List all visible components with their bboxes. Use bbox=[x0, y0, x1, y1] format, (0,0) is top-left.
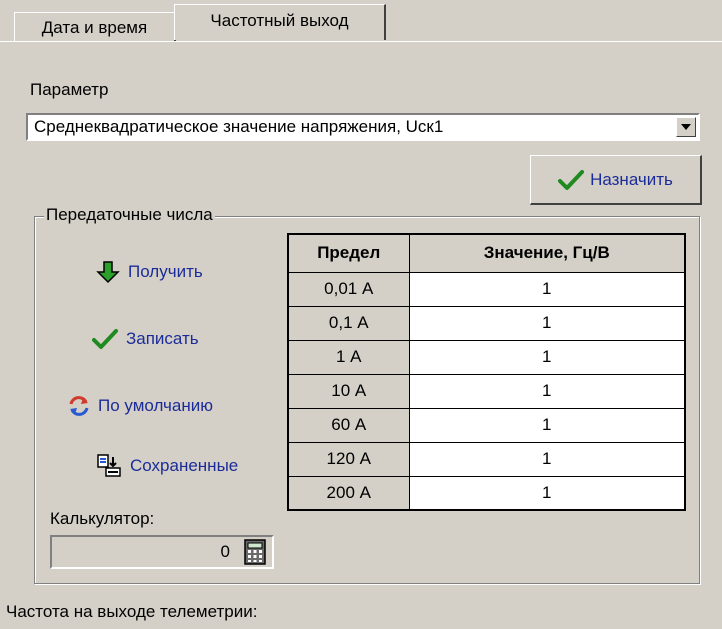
value-cell[interactable]: 1 bbox=[408, 339, 686, 375]
limit-cell: 60 А bbox=[287, 407, 410, 443]
ratios-legend: Передаточные числа bbox=[44, 205, 215, 225]
tab-frequency-output[interactable]: Частотный выход bbox=[174, 4, 386, 40]
calculator-field[interactable]: 0 bbox=[50, 535, 274, 569]
table-row: 200 А 1 bbox=[287, 475, 686, 511]
dropdown-button[interactable] bbox=[676, 117, 696, 137]
saved-action-label: Сохраненные bbox=[130, 456, 239, 475]
calculator-icon bbox=[244, 539, 266, 565]
parameter-select[interactable]: Среднеквадратическое значение напряжения… bbox=[26, 113, 700, 141]
table-header-row: Предел Значение, Гц/В bbox=[287, 233, 686, 273]
limit-cell: 200 А bbox=[287, 475, 410, 511]
calculator-value: 0 bbox=[220, 542, 230, 561]
telemetry-frequency-label: Частота на выходе телеметрии: bbox=[6, 602, 258, 621]
saved-documents-icon bbox=[97, 454, 121, 477]
value-cell[interactable]: 1 bbox=[408, 373, 686, 409]
value-cell[interactable]: 1 bbox=[408, 305, 686, 341]
limit-cell: 120 А bbox=[287, 441, 410, 477]
tab-frequency-output-label: Частотный выход bbox=[210, 10, 349, 30]
table-row: 60 А 1 bbox=[287, 407, 686, 443]
write-action-label: Записать bbox=[126, 329, 199, 348]
chevron-down-icon bbox=[681, 124, 691, 130]
assign-button-label: Назначить bbox=[590, 169, 673, 189]
default-action-label: По умолчанию bbox=[98, 396, 213, 415]
refresh-icon bbox=[69, 396, 89, 416]
parameter-label: Параметр bbox=[30, 80, 109, 99]
arrow-down-icon bbox=[96, 261, 120, 284]
limit-cell: 1 А bbox=[287, 339, 410, 375]
write-action[interactable]: Записать bbox=[92, 328, 199, 350]
table-row: 0,1 А 1 bbox=[287, 305, 686, 341]
check-icon bbox=[558, 169, 585, 190]
limit-cell: 10 А bbox=[287, 373, 410, 409]
header-value: Значение, Гц/В bbox=[408, 233, 686, 273]
tab-date-time-label: Дата и время bbox=[41, 17, 148, 37]
table-row: 1 А 1 bbox=[287, 339, 686, 375]
header-limit: Предел bbox=[287, 233, 410, 273]
value-cell[interactable]: 1 bbox=[408, 441, 686, 477]
get-action-label: Получить bbox=[128, 262, 203, 281]
get-action[interactable]: Получить bbox=[96, 260, 203, 284]
table-row: 120 А 1 bbox=[287, 441, 686, 477]
saved-action[interactable]: Сохраненные bbox=[96, 454, 238, 478]
value-cell[interactable]: 1 bbox=[408, 407, 686, 443]
table-row: 0,01 А 1 bbox=[287, 271, 686, 307]
limit-cell: 0,1 А bbox=[287, 305, 410, 341]
tab-panel-border bbox=[0, 41, 722, 42]
value-cell[interactable]: 1 bbox=[408, 271, 686, 307]
assign-button[interactable]: Назначить bbox=[530, 155, 702, 205]
ratios-table: Предел Значение, Гц/В 0,01 А 1 0,1 А 1 1… bbox=[287, 233, 686, 511]
limit-cell: 0,01 А bbox=[287, 271, 410, 307]
calculator-button[interactable] bbox=[242, 539, 268, 565]
table-row: 10 А 1 bbox=[287, 373, 686, 409]
calculator-label: Калькулятор: bbox=[50, 509, 155, 528]
default-action[interactable]: По умолчанию bbox=[68, 395, 213, 417]
value-cell[interactable]: 1 bbox=[408, 475, 686, 511]
parameter-select-value: Среднеквадратическое значение напряжения… bbox=[34, 117, 444, 136]
tab-date-time[interactable]: Дата и время bbox=[14, 12, 176, 42]
check-icon bbox=[92, 329, 118, 349]
